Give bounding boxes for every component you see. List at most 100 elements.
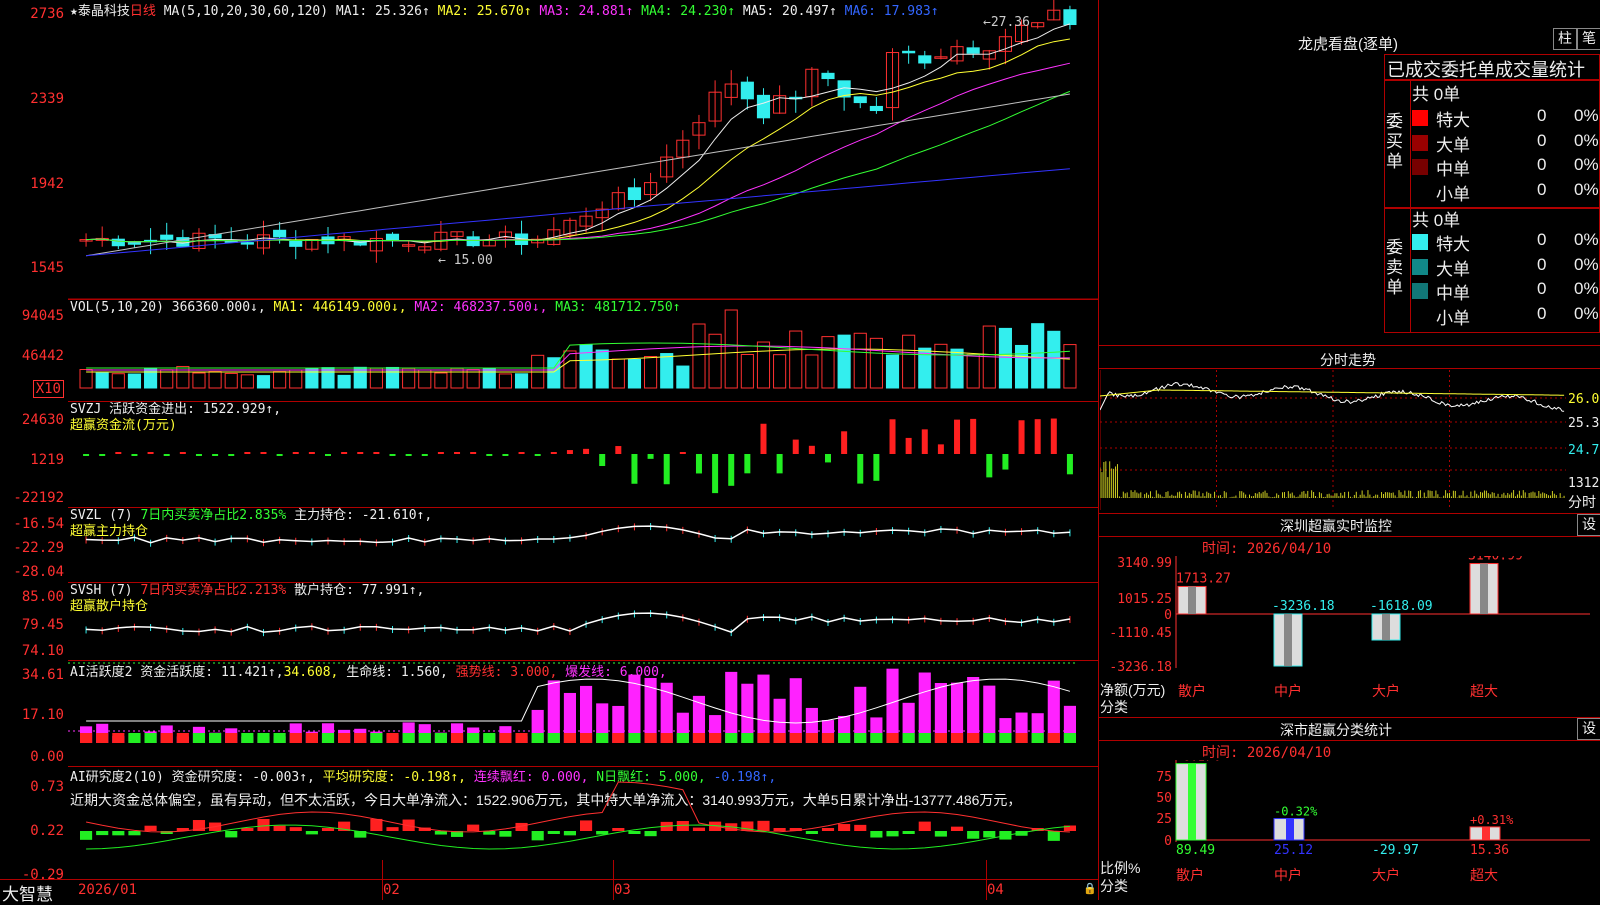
monitor-settings-button[interactable]: 设 [1577,514,1600,536]
research-bar [305,831,318,835]
candle [869,105,883,112]
order-type: 中单 [1436,160,1470,179]
ytick: 0.73 [30,779,64,795]
lock-icon[interactable]: 🔒 [1083,882,1097,895]
volume-bar [482,368,496,389]
flow-bar [792,439,799,454]
activity-base [1047,733,1060,743]
class-ytick: 25 [1156,812,1172,827]
activity-base [628,733,641,743]
research-bar [96,831,109,836]
research-bar [983,831,996,838]
monitor-ytick: 3140.99 [1117,556,1172,571]
intraday-chart[interactable] [1100,370,1566,510]
order-type: 中单 [1436,284,1470,303]
volume-bar [837,334,851,389]
price-line [1100,381,1565,412]
order-count: 0 [1537,279,1547,298]
divider [1098,740,1600,741]
volume-bar [111,373,125,389]
divider [1410,80,1411,333]
volume-bar [256,375,271,389]
research-bar [644,831,657,837]
ytick: 74.10 [21,643,64,659]
ai2-yaxis: 0.73 0.22 -0.29 [0,767,68,883]
flow-bar [534,454,541,456]
activity-base [483,733,496,743]
ytick: 94045 [21,308,64,324]
flow-bar [405,454,412,456]
candlestick-chart[interactable]: ←27.36 ← 15.00 [68,0,1098,300]
activity-base [112,733,125,743]
research-bar [886,831,899,837]
research-bar [934,831,947,837]
flow-bar [550,452,557,454]
activity-base [192,733,206,743]
order-pct: 0% [1574,230,1599,249]
flow-bar [389,454,396,456]
volume-bar [789,330,803,389]
activity-base [531,733,544,743]
order-pct: 0% [1574,303,1599,323]
candle [918,55,932,64]
research-bar [467,824,480,831]
color-swatch [1412,110,1428,126]
ai1-yaxis: 34.61 17.10 0.00 [0,661,68,767]
activity-base [950,733,964,743]
volume-bar [192,372,206,389]
research-bar [757,820,770,831]
monitor-cat: 散户 [1178,683,1206,700]
flow-bar [857,454,864,484]
order-pct: 0% [1574,279,1599,298]
activity-base [709,733,722,743]
volume-bar [821,336,835,389]
candle [111,238,125,247]
monitor-ytick: 0 [1164,608,1172,623]
activity-base [289,733,302,743]
divider [1098,536,1600,537]
class-settings-button[interactable]: 设 [1577,718,1600,740]
activity-base [547,733,560,743]
activity-base [418,733,431,743]
ma-line [86,90,1071,243]
x-axis: 大智慧 2026/01 02 03 04 🔒 [0,879,1098,904]
buy-label: 委买单 [1386,112,1403,171]
class-chart[interactable]: 75 50 25 0 +0.17% 89.49 散户 -0.32% 25.12 中户 -29.97 大… [1100,760,1600,900]
svzj-yaxis: 24630 1219 -22192 [0,402,68,506]
volume-bar [966,353,980,389]
monitor-bar-label: 3140.99 [1468,556,1523,564]
flow-bar [921,429,928,454]
intraday-price: 24.76 [1568,443,1600,458]
flow-bar [276,454,283,456]
order-type: 小单 [1436,308,1470,328]
class-change: -0.32% [1274,805,1318,819]
monitor-cat: 超大 [1470,684,1498,700]
research-bar [531,831,544,841]
volume-bar [934,343,948,389]
flow-bar [937,444,944,454]
monitor-cat: 中户 [1274,683,1302,700]
activity-base [257,733,270,743]
activity-base [1031,733,1044,743]
activity-base [918,733,931,743]
volume-bar [611,358,625,389]
pen-mode-button[interactable]: 笔 [1577,28,1600,50]
research-bar [563,831,576,836]
flow-bar [583,448,590,454]
monitor-chart[interactable]: 3140.99 1015.250 -1110.45 -3236.18 1713.27 散户… [1100,556,1600,716]
monitor-bar-shade [1382,614,1390,640]
monitor-bar-shade [1480,563,1488,614]
bar-mode-button[interactable]: 柱 [1553,28,1577,50]
research-bar [112,831,125,836]
color-swatch [1412,159,1428,175]
avg-price-line [1100,389,1565,397]
high-label: ←27.36 [983,15,1030,30]
order-row: 特大 0 0% [1412,230,1600,254]
vol-unit-button[interactable]: X10 [32,380,64,398]
volume-bar [273,371,287,389]
ytick: 1219 [30,452,64,468]
volume-bar [402,367,416,389]
ytick: 0.22 [30,823,64,839]
flow-bar [228,454,235,456]
class-title: 深市超赢分类统计 [1280,722,1392,738]
